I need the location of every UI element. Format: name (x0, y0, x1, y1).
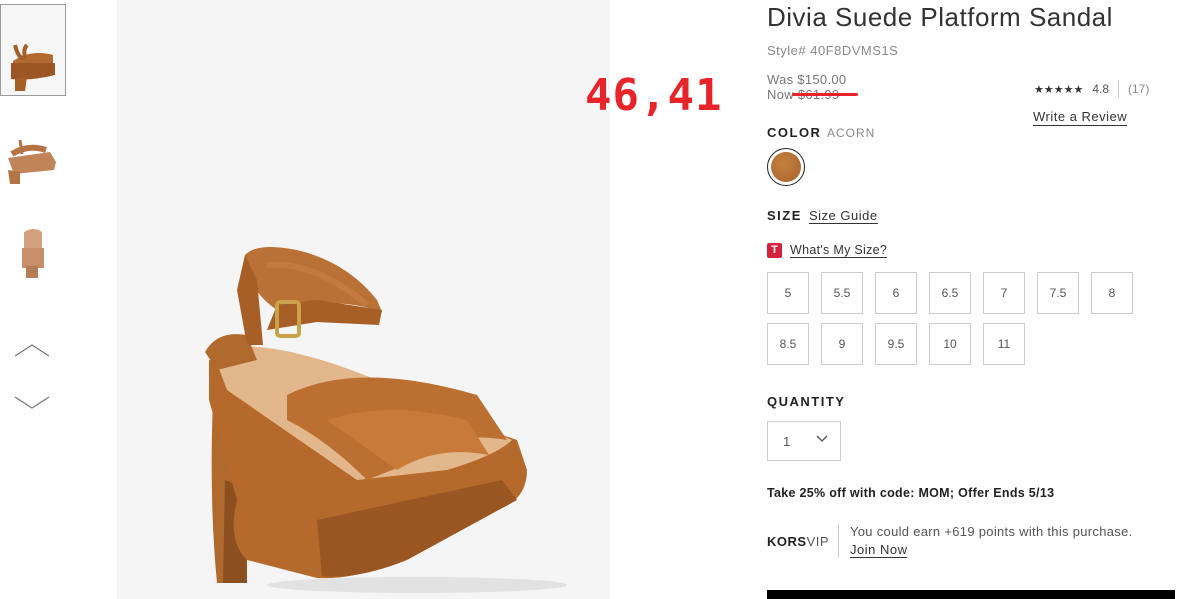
price-strike-mark (792, 93, 858, 96)
chevron-down-icon[interactable] (14, 396, 50, 410)
size-option[interactable]: 7.5 (1037, 272, 1079, 314)
review-count: (17) (1128, 82, 1150, 96)
sandal-thumbnail-back (22, 229, 44, 278)
color-value: ACORN (827, 126, 876, 140)
true-fit-icon: T (767, 243, 782, 258)
style-number: Style# 40F8DVMS1S (767, 43, 899, 58)
rating-summary[interactable]: ★★★★★ 4.8 (17) (1034, 80, 1149, 98)
size-option[interactable]: 9.5 (875, 323, 917, 365)
size-option[interactable]: 5.5 (821, 272, 863, 314)
korsvip-earn-text: You could earn +619 points with this pur… (850, 524, 1133, 539)
promo-text: Take 25% off with code: MOM; Offer Ends … (767, 486, 1055, 500)
rating-divider (1118, 80, 1119, 98)
join-now-link[interactable]: Join Now (850, 542, 908, 558)
color-swatch-acorn[interactable] (767, 148, 805, 186)
size-option[interactable]: 8 (1091, 272, 1133, 314)
size-option[interactable]: 6 (875, 272, 917, 314)
chevron-up-icon[interactable] (14, 343, 50, 357)
size-option[interactable]: 8.5 (767, 323, 809, 365)
quantity-select[interactable]: 1 (767, 421, 841, 461)
korsvip-logo: KORSVIP (767, 534, 829, 549)
was-price: Was $150.00 (767, 72, 847, 87)
size-option[interactable]: 11 (983, 323, 1025, 365)
swatch-fill (771, 152, 801, 182)
sandal-thumbnail-side (11, 43, 55, 91)
korsvip-brand-bold: KORS (767, 534, 807, 549)
thumbnail-2[interactable] (0, 100, 66, 192)
color-label: COLOR (767, 125, 822, 140)
product-hero-image (117, 0, 610, 599)
whats-my-size-link[interactable]: What's My Size? (790, 243, 888, 258)
quantity-label: QUANTITY (767, 394, 846, 409)
quantity-value: 1 (783, 434, 791, 449)
chevron-down-icon (816, 435, 828, 442)
korsvip-brand-light: VIP (806, 534, 830, 549)
size-guide-link[interactable]: Size Guide (809, 208, 878, 224)
sandal-thumbnail-angle (8, 139, 56, 184)
write-review-link[interactable]: Write a Review (1033, 109, 1128, 126)
size-option[interactable]: 6.5 (929, 272, 971, 314)
size-option[interactable]: 9 (821, 323, 863, 365)
size-option[interactable]: 10 (929, 323, 971, 365)
product-title: Divia Suede Platform Sandal (767, 2, 1113, 32)
size-option[interactable]: 7 (983, 272, 1025, 314)
korsvip-divider (838, 524, 839, 558)
thumbnail-1[interactable] (0, 4, 66, 96)
rating-score: 4.8 (1092, 82, 1109, 96)
size-label: SIZE (767, 208, 802, 223)
star-rating-icon: ★★★★★ (1034, 83, 1084, 96)
add-to-bag-button[interactable] (767, 590, 1175, 599)
size-option[interactable]: 5 (767, 272, 809, 314)
sandal-image (205, 246, 567, 593)
thumbnail-3[interactable] (0, 196, 66, 288)
now-price-label: Now (767, 87, 794, 102)
price-annotation: 46,41 (585, 70, 723, 121)
